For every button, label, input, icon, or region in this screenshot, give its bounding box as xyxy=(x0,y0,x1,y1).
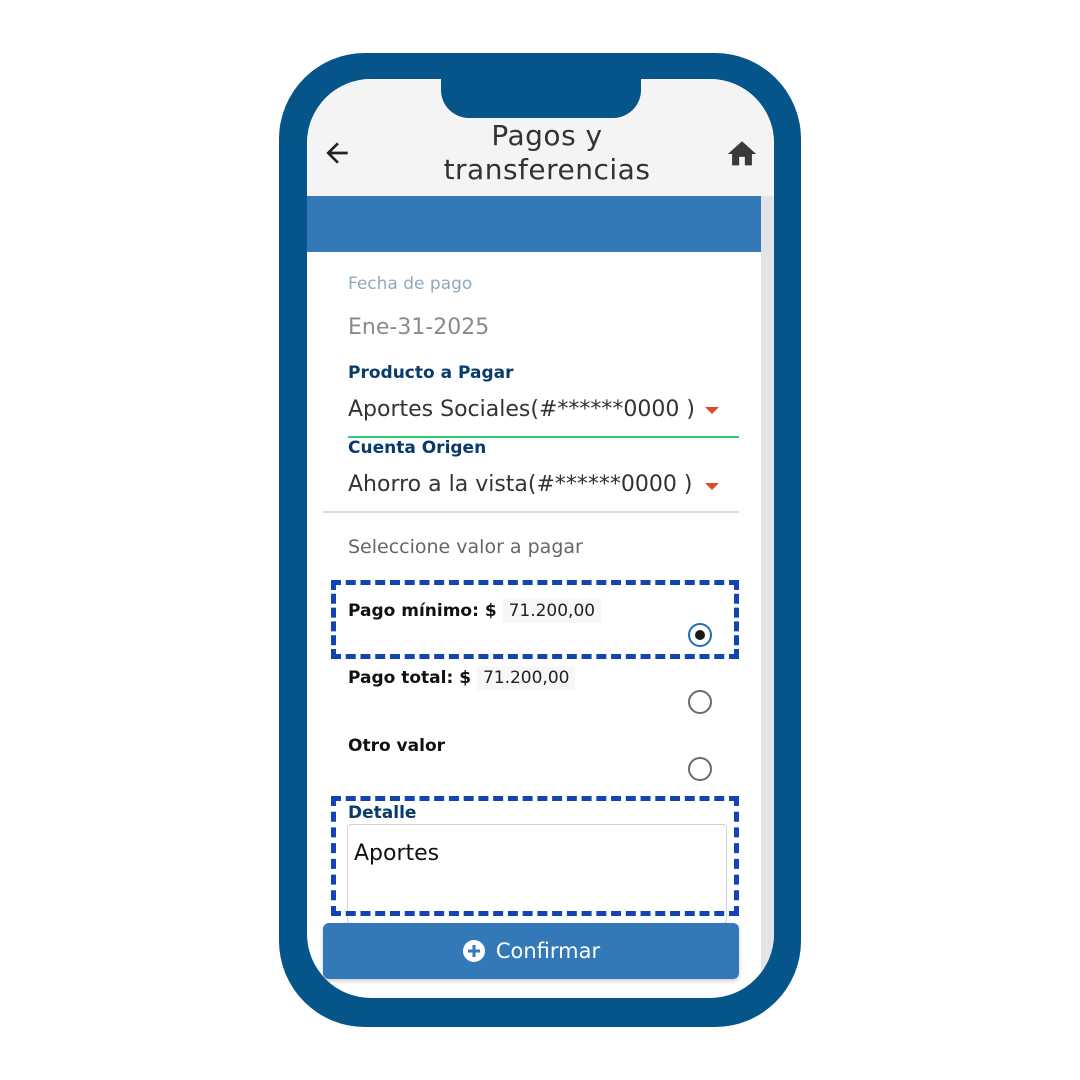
header-band xyxy=(307,196,761,252)
confirmar-label: Confirmar xyxy=(495,939,601,963)
option-text: Pago total: $ xyxy=(348,668,472,688)
fecha-value: Ene-31-2025 xyxy=(348,315,490,340)
option-text: Otro valor xyxy=(348,736,446,756)
plus-circle-icon xyxy=(462,940,485,962)
option-label[interactable]: Pago total: $ 71.200,00 xyxy=(348,666,576,690)
radio-otro-valor[interactable] xyxy=(688,757,712,781)
caret-down-icon[interactable] xyxy=(705,483,719,490)
cuenta-underline xyxy=(323,511,739,513)
option-amount: 71.200,00 xyxy=(476,666,576,690)
option-label[interactable]: Otro valor xyxy=(348,736,445,756)
home-icon[interactable] xyxy=(725,137,759,171)
seleccione-hint: Seleccione valor a pagar xyxy=(348,536,583,558)
highlight-detalle xyxy=(331,796,739,916)
producto-select[interactable]: Aportes Sociales(#******0000 ) xyxy=(348,397,695,422)
caret-down-icon[interactable] xyxy=(705,407,719,414)
confirmar-button[interactable]: Confirmar xyxy=(323,923,739,979)
arrow-left-icon[interactable] xyxy=(321,137,353,169)
cuenta-select[interactable]: Ahorro a la vista(#******0000 ) xyxy=(348,472,692,497)
fecha-label: Fecha de pago xyxy=(348,274,473,294)
highlight-pago-minimo xyxy=(331,580,739,659)
cuenta-label: Cuenta Origen xyxy=(348,438,487,458)
radio-pago-total[interactable] xyxy=(688,690,712,714)
producto-label: Producto a Pagar xyxy=(348,363,514,383)
page-title: Pagos y transferencias xyxy=(443,119,651,186)
phone-notch xyxy=(441,70,641,118)
scroll-edge xyxy=(761,196,774,998)
